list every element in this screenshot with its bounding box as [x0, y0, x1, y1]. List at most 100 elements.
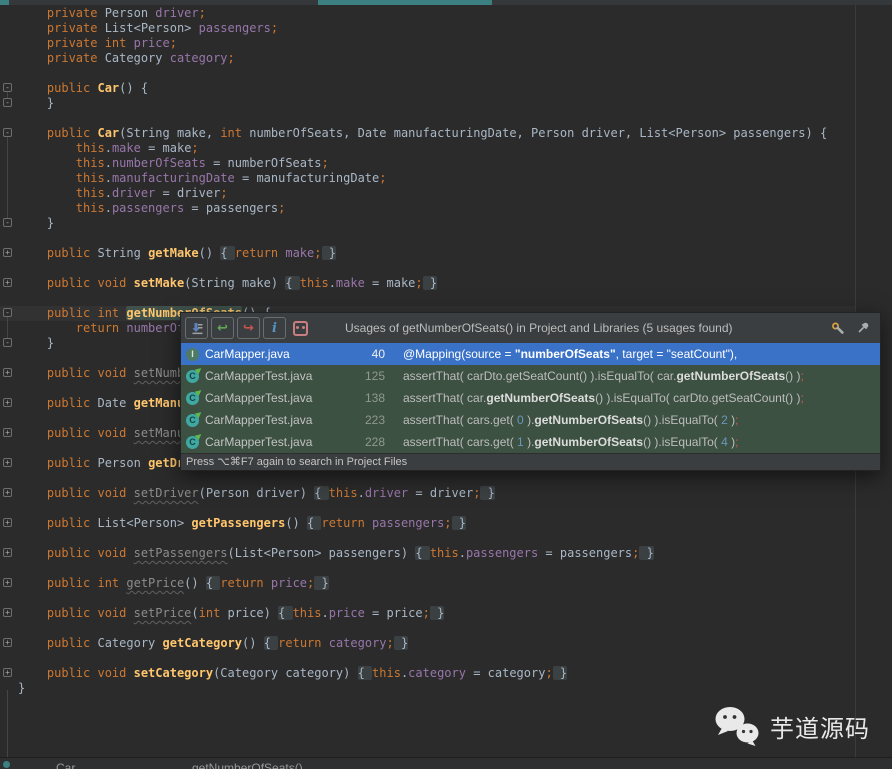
code-line[interactable] [18, 561, 827, 576]
interface-icon: I [186, 348, 199, 361]
usage-line-number: 223 [355, 413, 385, 427]
info-icon: i [272, 322, 277, 335]
code-line[interactable] [18, 501, 827, 516]
plugin-settings-icon[interactable] [293, 321, 308, 336]
fold-expand-marker[interactable]: + [3, 248, 12, 257]
usage-row[interactable]: CCarMapperTest.java223assertThat( cars.g… [181, 409, 880, 431]
fold-collapse-marker[interactable]: - [3, 308, 12, 317]
code-line[interactable]: this.passengers = passengers; [18, 201, 827, 216]
usage-code-preview: assertThat( carDto.getSeatCount() ).isEq… [403, 369, 880, 383]
top-tab-strip [0, 0, 892, 5]
pin-icon[interactable] [856, 321, 870, 335]
code-line[interactable]: public int getPrice() { return price; } [18, 576, 827, 591]
code-line[interactable]: public void setDriver(Person driver) { t… [18, 486, 827, 501]
code-line[interactable]: this.numberOfSeats = numberOfSeats; [18, 156, 827, 171]
fold-expand-marker[interactable]: + [3, 428, 12, 437]
fold-expand-marker[interactable]: + [3, 608, 12, 617]
editor-gutter: - - - - + + - - + + + + + + + + + + + [0, 0, 18, 757]
code-line[interactable] [18, 111, 827, 126]
code-line[interactable] [18, 261, 827, 276]
code-line[interactable]: this.manufacturingDate = manufacturingDa… [18, 171, 827, 186]
fold-expand-marker[interactable]: + [3, 488, 12, 497]
fold-expand-marker[interactable]: + [3, 548, 12, 557]
usage-file-name: CarMapperTest.java [205, 413, 355, 427]
code-line[interactable]: } [18, 96, 827, 111]
code-line[interactable]: public String getMake() { return make; } [18, 246, 827, 261]
fold-expand-marker[interactable]: + [3, 398, 12, 407]
watermark: 芋道源码 [713, 705, 870, 747]
code-line[interactable]: private Category category; [18, 51, 827, 66]
code-line[interactable]: public void setPassengers(List<Person> p… [18, 546, 827, 561]
code-line[interactable]: public Car(String make, int numberOfSeat… [18, 126, 827, 141]
test-class-icon: C [186, 436, 199, 449]
code-line[interactable] [18, 651, 827, 666]
fold-collapse-marker[interactable]: - [3, 338, 12, 347]
previous-occurrence-button[interactable]: ↩ [211, 317, 234, 339]
usage-file-name: CarMapperTest.java [205, 391, 355, 405]
code-line[interactable] [18, 291, 827, 306]
usages-popup-footer: Press ⌥⌘F7 again to search in Project Fi… [181, 453, 880, 470]
wechat-icon [713, 705, 761, 747]
usage-row[interactable]: CCarMapperTest.java228assertThat( cars.g… [181, 431, 880, 453]
breadcrumb-bar: Car → getNumberOfSeats() [0, 757, 892, 769]
code-line[interactable]: public void setCategory(Category categor… [18, 666, 827, 681]
usage-row[interactable]: CCarMapperTest.java125assertThat( carDto… [181, 365, 880, 387]
tab-underline-left [0, 0, 9, 5]
usage-line-number: 228 [355, 435, 385, 449]
class-icon [3, 761, 10, 768]
fold-expand-marker[interactable]: + [3, 458, 12, 467]
code-line[interactable] [18, 471, 827, 486]
settings-wrench-icon[interactable] [830, 321, 845, 335]
info-button[interactable]: i [263, 317, 286, 339]
usage-file-name: CarMapper.java [205, 347, 355, 361]
previous-occurrence-icon: ↩ [217, 322, 228, 335]
code-line[interactable] [18, 531, 827, 546]
usage-line-number: 40 [355, 347, 385, 361]
usage-line-number: 138 [355, 391, 385, 405]
fold-collapse-marker[interactable]: - [3, 218, 12, 227]
fold-expand-marker[interactable]: + [3, 368, 12, 377]
watermark-label: 芋道源码 [770, 709, 870, 744]
usage-row[interactable]: CCarMapperTest.java138assertThat( car.ge… [181, 387, 880, 409]
fold-collapse-marker[interactable]: - [3, 98, 12, 107]
fold-collapse-marker[interactable]: - [3, 128, 12, 137]
usage-line-number: 125 [355, 369, 385, 383]
usages-popup-toolbar: ↩ ↪ i Usages of getNumberOfSeats() in Pr… [181, 313, 880, 343]
next-occurrence-button[interactable]: ↪ [237, 317, 260, 339]
code-line[interactable]: private List<Person> passengers; [18, 21, 827, 36]
code-line[interactable]: public void setPrice(int price) { this.p… [18, 606, 827, 621]
code-line[interactable]: this.make = make; [18, 141, 827, 156]
code-line[interactable]: } [18, 216, 827, 231]
fold-expand-marker[interactable]: + [3, 668, 12, 677]
code-line[interactable]: public List<Person> getPassengers() { re… [18, 516, 827, 531]
fold-connector-line [7, 137, 8, 218]
test-class-icon: C [186, 392, 199, 405]
usage-code-preview: assertThat( cars.get( 1 ).getNumberOfSea… [403, 435, 880, 449]
usage-code-preview: @Mapping(source = "numberOfSeats", targe… [403, 347, 880, 361]
show-in-find-window-icon [190, 321, 204, 335]
usages-list: I CarMapper.java40 @Mapping(source = "numb… [181, 343, 880, 453]
code-line[interactable]: this.driver = driver; [18, 186, 827, 201]
fold-expand-marker[interactable]: + [3, 638, 12, 647]
code-line[interactable]: public Category getCategory() { return c… [18, 636, 827, 651]
code-line[interactable]: public void setMake(String make) { this.… [18, 276, 827, 291]
fold-collapse-marker[interactable]: - [3, 83, 12, 92]
code-line[interactable]: private int price; [18, 36, 827, 51]
fold-expand-marker[interactable]: + [3, 578, 12, 587]
code-line[interactable]: } [18, 681, 827, 696]
usages-popup: ↩ ↪ i Usages of getNumberOfSeats() in Pr… [180, 312, 881, 471]
fold-connector-line [7, 690, 8, 757]
code-line[interactable]: public Car() { [18, 81, 827, 96]
fold-expand-marker[interactable]: + [3, 518, 12, 527]
usages-popup-title: Usages of getNumberOfSeats() in Project … [345, 313, 733, 343]
code-line[interactable] [18, 66, 827, 81]
usage-row[interactable]: I CarMapper.java40 @Mapping(source = "numb… [181, 343, 880, 365]
show-in-find-window-button[interactable] [185, 317, 208, 339]
code-line[interactable] [18, 591, 827, 606]
code-line[interactable] [18, 621, 827, 636]
test-class-icon: C [186, 370, 199, 383]
fold-expand-marker[interactable]: + [3, 278, 12, 287]
code-line[interactable] [18, 231, 827, 246]
usage-code-preview: assertThat( cars.get( 0 ).getNumberOfSea… [403, 413, 880, 427]
code-line[interactable]: private Person driver; [18, 6, 827, 21]
